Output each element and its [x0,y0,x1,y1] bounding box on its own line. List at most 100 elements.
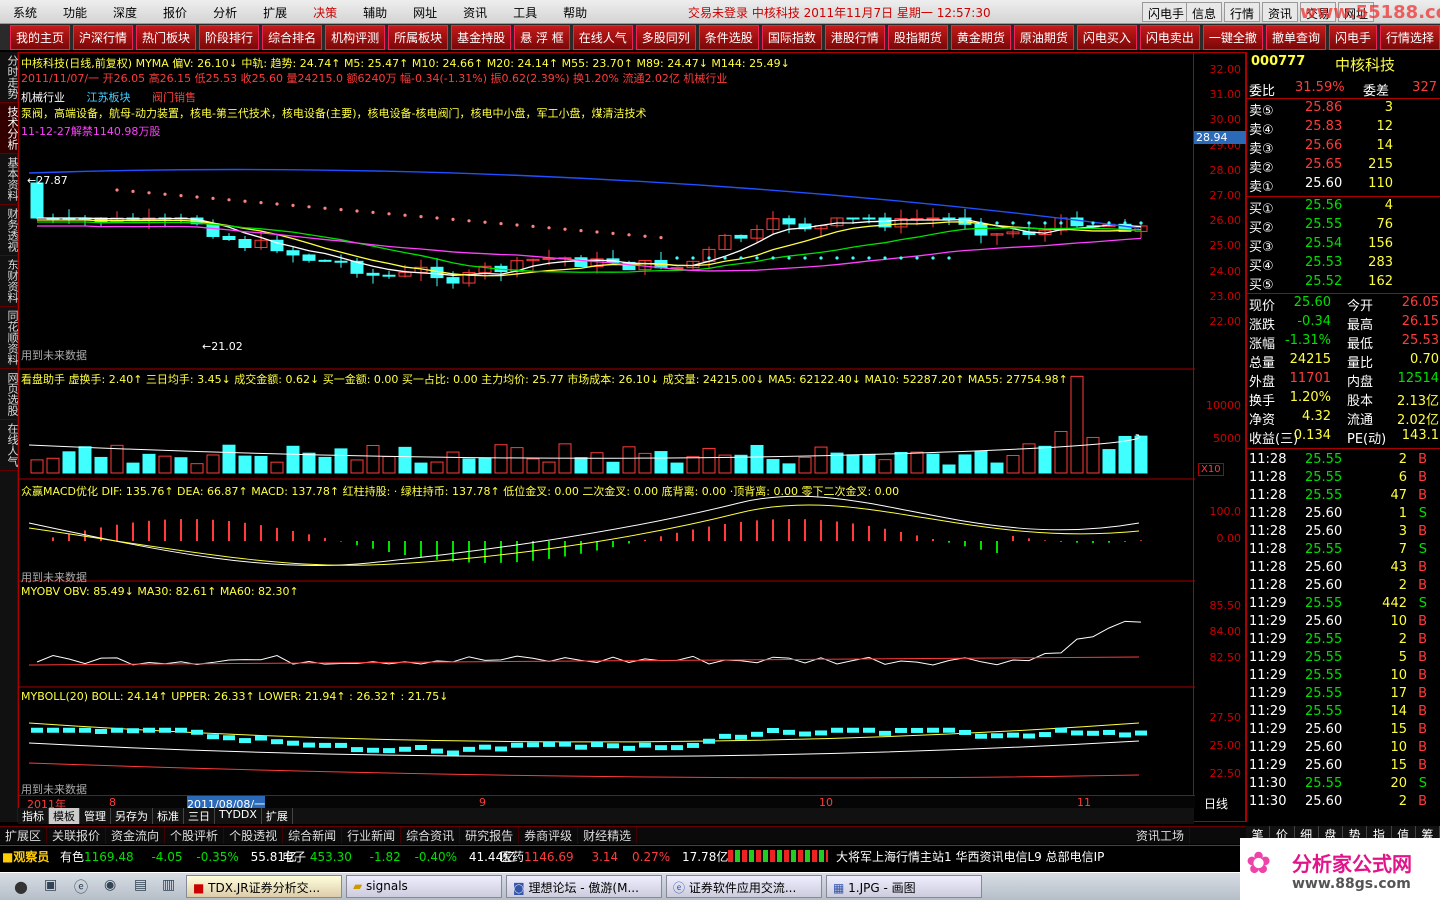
left-tab[interactable]: 基本资料 [0,154,19,205]
ask-row[interactable]: 卖② 25.65 215 [1247,157,1440,176]
menu-item[interactable]: 报价 [150,4,200,21]
chart-area[interactable]: 中核科技(日线,前复权) MYMA 偏V: 26.10↓ 中轨: 趋势: 24.… [18,52,1195,822]
tick-row[interactable]: 11:29 25.55 17 B [1247,686,1440,705]
desktop-icon[interactable]: ▤ [134,877,147,893]
indicator-tab[interactable]: 模板 [49,808,80,824]
browser-icon[interactable]: ◉ [104,877,116,893]
tick-row[interactable]: 11:28 25.55 47 B [1247,488,1440,507]
block-label[interactable]: 江苏板块 [87,91,131,104]
tick-row[interactable]: 11:28 25.60 1 S [1247,506,1440,525]
info-tab[interactable]: 个股评析 [165,827,225,844]
indicator-tab[interactable]: 扩展 [262,808,293,824]
ie-icon[interactable]: ⓔ [74,877,88,897]
tick-row[interactable]: 11:28 25.60 3 B [1247,524,1440,543]
bid-row[interactable]: 买② 25.55 76 [1247,217,1440,236]
quicklaunch-icon[interactable]: ▣ [44,877,57,893]
toolbar-button[interactable]: 撤单查询 [1265,24,1326,50]
toolbar-button[interactable]: 行情选择 [1379,24,1440,50]
bid-row[interactable]: 买③ 25.54 156 [1247,236,1440,255]
tick-row[interactable]: 11:29 25.55 14 B [1247,704,1440,723]
tick-row[interactable]: 11:29 25.60 15 B [1247,722,1440,741]
left-tab[interactable]: 网页选股 [0,369,19,420]
ask-row[interactable]: 卖③ 25.66 14 [1247,138,1440,157]
bid-row[interactable]: 买④ 25.53 283 [1247,255,1440,274]
indicator-tab[interactable]: 标准 [153,808,184,824]
indicator-tab[interactable]: 另存为 [111,808,153,824]
info-tab[interactable]: 资金流向 [106,827,166,844]
info-tab[interactable]: 券商评级 [519,827,579,844]
toolbar-button[interactable]: 所属板块 [388,24,449,50]
info-tab[interactable]: 关联报价 [47,827,107,844]
tick-row[interactable]: 11:29 25.55 442 S [1247,596,1440,615]
news-button[interactable]: 资讯 [1262,2,1299,22]
toolbar-button[interactable]: 综合排名 [262,24,323,50]
toolbar-button[interactable]: 闪电买入 [1076,24,1137,50]
quote-title[interactable]: 000777 中核科技 [1247,54,1440,74]
menu-item[interactable]: 决策 [300,4,350,21]
left-tab[interactable]: 同花顺资料 [0,307,19,369]
toolbar-button[interactable]: 股指期货 [887,24,948,50]
menu-item[interactable]: 功能 [50,4,100,21]
task-signals[interactable]: ▰ signals [346,875,502,898]
stat-row[interactable]: 净资 4.32 流通 2.02亿 [1247,409,1440,428]
tick-row[interactable]: 11:29 25.60 10 B [1247,614,1440,633]
bid-row[interactable]: 买① 25.56 4 [1247,198,1440,217]
observer-label[interactable]: ■观察员 [2,848,49,865]
tick-row[interactable]: 11:28 25.60 2 B [1247,578,1440,597]
toolbar-button[interactable]: 闪电手 [1328,24,1377,50]
toolbar-button[interactable]: 机构评测 [325,24,386,50]
info-tab[interactable]: 个股透视 [224,827,284,844]
index-electronics[interactable]: 电子 453.30 -1.82 -0.40% 41.44亿 [282,848,515,865]
toolbar-button[interactable]: 阶段排行 [199,24,260,50]
menu-item[interactable]: 帮助 [550,4,600,21]
left-tab[interactable]: 财务透视 [0,205,19,256]
menu-item[interactable]: 系统 [0,4,50,21]
apple-icon[interactable]: ● [14,877,28,896]
info-workshop-tab[interactable]: 资讯工场 [1131,827,1190,844]
toolbar-button[interactable]: 热门板块 [136,24,197,50]
info-button[interactable]: 信息 [1186,2,1223,22]
tick-row[interactable]: 11:28 25.60 43 B [1247,560,1440,579]
toolbar-button[interactable]: 基金持股 [451,24,512,50]
info-tab[interactable]: 财经精选 [578,827,638,844]
task-forum[interactable]: ◙ 理想论坛 - 傲游(M... [506,875,662,898]
menu-item[interactable]: 网址 [400,4,450,21]
industry-label[interactable]: 机械行业 [21,91,65,104]
indicator-tab[interactable]: 三日 [184,808,215,824]
indicator-tab[interactable]: TYDDX [215,808,262,824]
toolbar-button[interactable]: 港股行情 [824,24,885,50]
indicator-tab[interactable]: 管理 [80,808,111,824]
stat-row[interactable]: 换手 1.20% 股本 2.13亿 [1247,390,1440,409]
toolbar-button[interactable]: 黄金期货 [950,24,1011,50]
stat-row[interactable]: 现价 25.60 今开 26.05 [1247,295,1440,314]
quotes-button[interactable]: 行情 [1224,2,1261,22]
toolbar-button[interactable]: 条件选股 [698,24,759,50]
stat-row[interactable]: 涨幅 -1.31% 最低 25.53 [1247,333,1440,352]
ask-row[interactable]: 卖① 25.60 110 [1247,176,1440,195]
bid-row[interactable]: 买⑤ 25.52 162 [1247,274,1440,293]
indicator-tab[interactable]: 指标 [18,808,49,824]
stat-row[interactable]: 总量 24215 量比 0.70 [1247,352,1440,371]
lightning-hand-button[interactable]: 闪电手 [1142,2,1191,22]
left-tab[interactable]: 在线人气 [0,420,19,471]
task-tdx[interactable]: ■ TDX.JR证券分析交... [186,875,342,898]
toolbar-button[interactable]: 原油期货 [1013,24,1074,50]
task-paint[interactable]: ▦ 1.JPG - 画图 [826,875,982,898]
toolbar-button[interactable]: 我的主页 [10,24,71,50]
stat-row[interactable]: 收益(三) 0.134 PE(动) 143.1 [1247,428,1440,447]
tick-row[interactable]: 11:30 25.55 20 S [1247,776,1440,795]
info-tab[interactable]: 研究报告 [460,827,520,844]
toolbar-button[interactable]: 在线人气 [572,24,633,50]
menu-item[interactable]: 深度 [100,4,150,21]
ask-row[interactable]: 卖④ 25.83 12 [1247,119,1440,138]
hot-label[interactable]: 阀门销售 [152,91,196,104]
tick-row[interactable]: 11:29 25.55 10 B [1247,668,1440,687]
tick-row[interactable]: 11:29 25.55 2 B [1247,632,1440,651]
menu-item[interactable]: 资讯 [450,4,500,21]
ask-row[interactable]: 卖⑤ 25.86 3 [1247,100,1440,119]
tick-row[interactable]: 11:29 25.60 10 B [1247,740,1440,759]
left-tab[interactable]: 技术分析 [0,103,19,154]
left-tab[interactable]: 分时走势 [0,52,19,103]
menu-item[interactable]: 分析 [200,4,250,21]
left-tab[interactable]: 东财资料 [0,256,19,307]
